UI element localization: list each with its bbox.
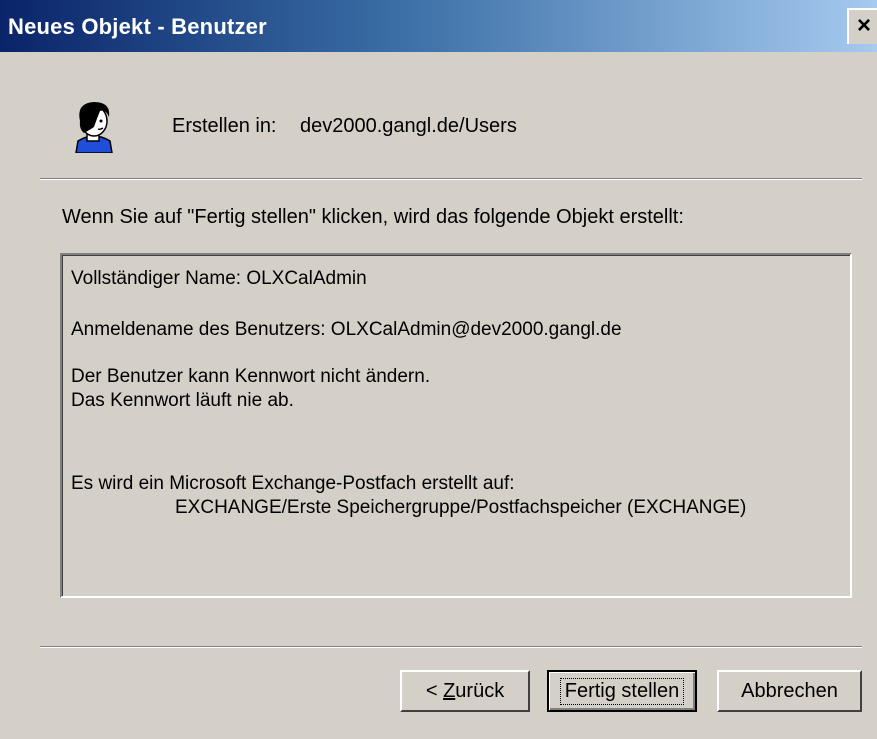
cancel-button[interactable]: Abbrechen [717,670,862,712]
create-in-label: Erstellen in: [172,115,277,137]
window-title: Neues Objekt - Benutzer [8,14,267,39]
title-bar[interactable]: Neues Objekt - Benutzer × [0,0,877,52]
summary-password-never-expires: Das Kennwort läuft nie ab. [71,390,294,411]
bottom-separator [40,646,862,648]
summary-logon-name: Anmeldename des Benutzers: OLXCalAdmin@d… [71,319,622,340]
back-button[interactable]: < Zurück [400,670,530,712]
close-button[interactable]: × [847,8,877,44]
back-button-label: < Zurück [425,679,505,702]
summary-mailbox-store: EXCHANGE/Erste Speichergruppe/Postfachsp… [175,497,747,518]
cancel-button-label: Abbrechen [741,679,838,702]
intro-text: Wenn Sie auf "Fertig stellen" klicken, w… [62,206,684,228]
top-separator [40,178,862,180]
user-icon [75,102,113,153]
summary-full-name: Vollständiger Name: OLXCalAdmin [71,268,367,289]
new-object-user-dialog: Neues Objekt - Benutzer × Erstellen in: … [0,0,877,739]
close-icon: × [857,12,872,39]
summary-mailbox-intro: Es wird ein Microsoft Exchange-Postfach … [71,473,515,494]
summary-content: Vollständiger Name: OLXCalAdmin Anmelden… [62,255,850,596]
summary-box[interactable]: Vollständiger Name: OLXCalAdmin Anmelden… [60,253,852,598]
create-in-path: dev2000.gangl.de/Users [300,115,517,137]
finish-button[interactable]: Fertig stellen [547,670,697,712]
summary-password-cannot-change: Der Benutzer kann Kennwort nicht ändern. [71,366,431,387]
finish-button-label: Fertig stellen [559,677,685,705]
